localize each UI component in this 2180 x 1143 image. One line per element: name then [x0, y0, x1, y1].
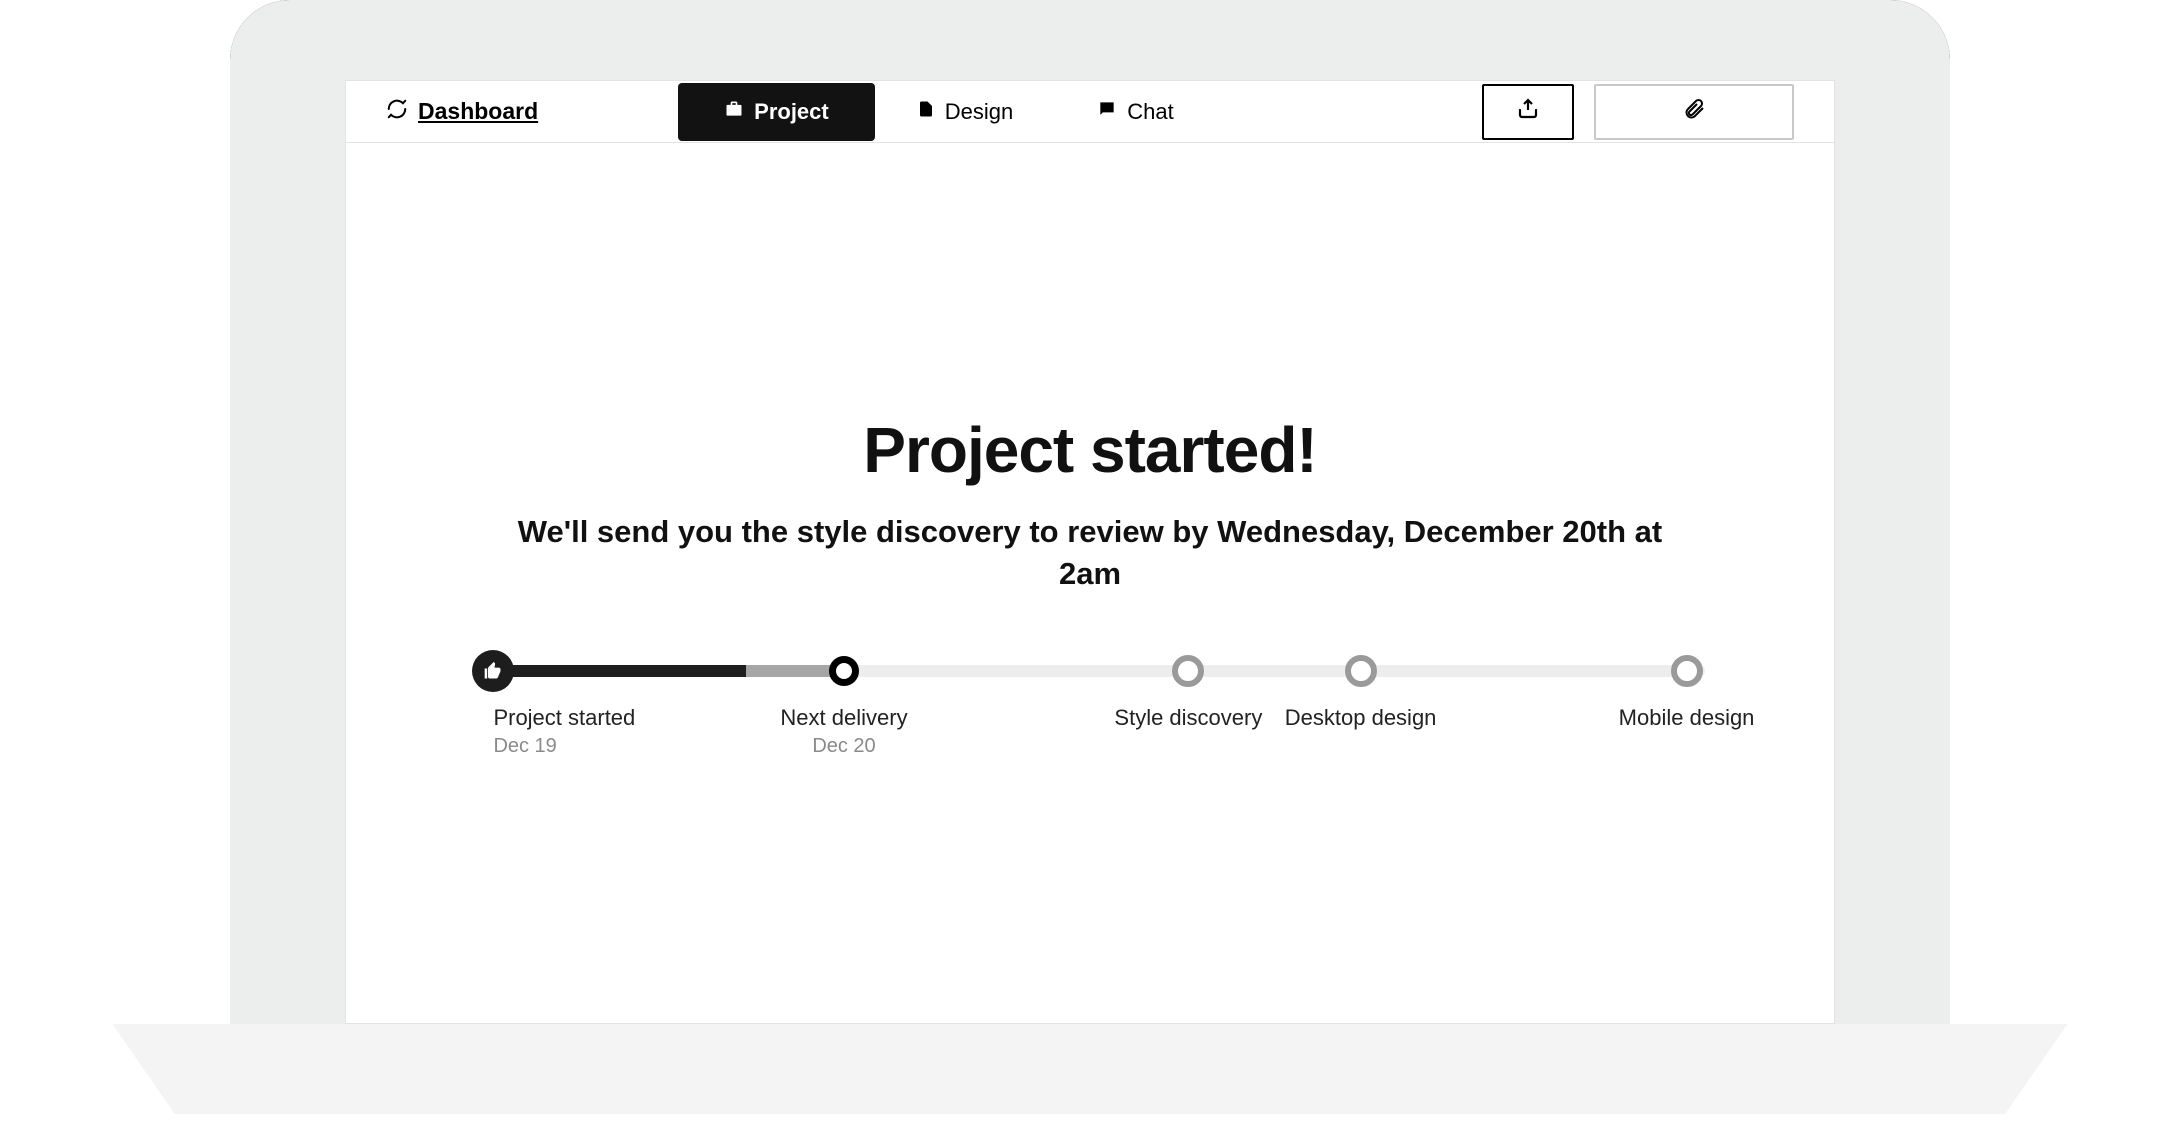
paperclip-icon	[1682, 97, 1706, 127]
progress-label-2: Style discovery	[1114, 705, 1262, 731]
page-title: Project started!	[346, 413, 1834, 487]
tab-label: Chat	[1127, 99, 1173, 125]
progress-node-0	[472, 650, 514, 692]
tab-chat[interactable]: Chat	[1055, 83, 1215, 141]
progress-node-1	[829, 656, 859, 686]
chat-icon	[1097, 99, 1117, 125]
main-content: Project started! We'll send you the styl…	[346, 143, 1834, 775]
dashboard-link-label: Dashboard	[418, 98, 538, 125]
progress-track	[475, 665, 1705, 677]
progress-step-name: Project started	[493, 705, 635, 730]
device-base	[50, 1024, 2130, 1114]
progress-step-name: Desktop design	[1285, 705, 1437, 730]
dashboard-link[interactable]: Dashboard	[386, 98, 538, 126]
progress-timeline: Project started Dec 19 Next delivery Dec 20…	[475, 665, 1705, 775]
briefcase-icon	[724, 99, 744, 125]
progress-labels: Project started Dec 19 Next delivery Dec 20…	[475, 705, 1705, 775]
progress-label-4: Mobile design	[1619, 705, 1755, 731]
progress-label-3: Desktop design	[1285, 705, 1437, 731]
top-bar: Dashboard Project Design Chat	[346, 81, 1834, 143]
attach-button[interactable]	[1594, 84, 1794, 140]
file-icon	[917, 99, 935, 125]
share-icon	[1516, 97, 1540, 127]
progress-label-1: Next delivery Dec 20	[780, 705, 907, 758]
progress-step-name: Next delivery	[780, 705, 907, 730]
tab-project[interactable]: Project	[678, 83, 875, 141]
progress-label-0: Project started Dec 19	[493, 705, 635, 758]
tab-label: Design	[945, 99, 1013, 125]
progress-node-3	[1345, 655, 1377, 687]
progress-fill-complete	[475, 665, 746, 677]
progress-node-2	[1172, 655, 1204, 687]
progress-step-date: Dec 19	[493, 735, 635, 758]
progress-step-date: Dec 20	[780, 735, 907, 758]
progress-step-name: Style discovery	[1114, 705, 1262, 730]
share-button[interactable]	[1482, 84, 1574, 140]
progress-step-name: Mobile design	[1619, 705, 1755, 730]
tab-design[interactable]: Design	[875, 83, 1055, 141]
app-screen: Dashboard Project Design Chat	[345, 80, 1835, 1024]
progress-node-4	[1671, 655, 1703, 687]
thumbs-up-icon	[483, 661, 503, 681]
refresh-icon	[386, 98, 408, 126]
tab-label: Project	[754, 99, 829, 125]
tab-bar: Project Design Chat	[678, 83, 1216, 141]
page-subtitle: We'll send you the style discovery to re…	[500, 511, 1680, 595]
